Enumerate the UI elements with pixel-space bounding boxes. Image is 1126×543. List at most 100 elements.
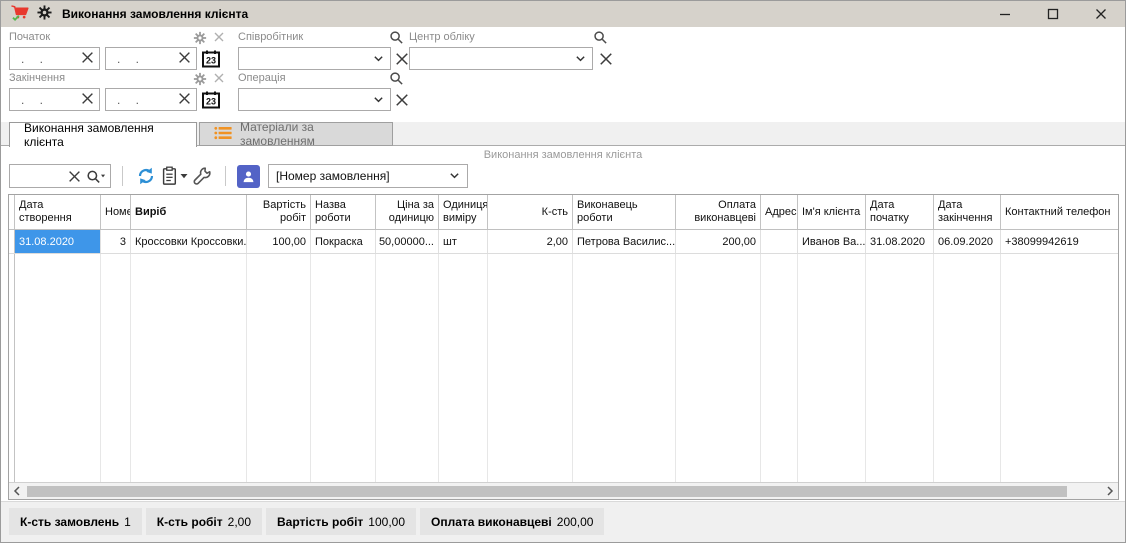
employee-combobox[interactable] bbox=[238, 47, 391, 70]
toolbar-separator bbox=[122, 166, 123, 186]
empty-cell bbox=[247, 254, 311, 482]
close-button[interactable] bbox=[1077, 1, 1125, 27]
empty-cell bbox=[131, 254, 247, 482]
end-date-from-field[interactable]: . . bbox=[9, 88, 100, 111]
start-filter-label: Початок bbox=[9, 31, 50, 43]
chevron-down-icon bbox=[449, 169, 460, 183]
tab-order-fulfillment[interactable]: Виконання замовлення клієнта bbox=[9, 122, 197, 147]
refresh-button[interactable] bbox=[134, 164, 158, 188]
group-by-combobox[interactable]: [Номер замовлення] bbox=[268, 164, 468, 188]
column-header[interactable]: Дата створення bbox=[15, 195, 101, 229]
app-window: Виконання замовлення клієнта Початок Спі… bbox=[0, 0, 1126, 543]
order-fulfillment-panel: Виконання замовлення клієнта bbox=[1, 146, 1125, 501]
tab-strip: Виконання замовлення клієнта Матеріали з… bbox=[1, 122, 1125, 146]
table-cell[interactable]: +38099942619 bbox=[1001, 230, 1119, 253]
column-header[interactable]: Оплата виконавцеві bbox=[676, 195, 761, 229]
maximize-button[interactable] bbox=[1029, 1, 1077, 27]
table-cell[interactable]: Кроссовки Кроссовки... bbox=[131, 230, 247, 253]
column-header[interactable]: Назва роботи bbox=[311, 195, 376, 229]
table-header-row: Дата створенняНомерВирібВартість робітНа… bbox=[9, 195, 1118, 230]
table-cell[interactable] bbox=[761, 230, 798, 253]
column-header[interactable]: Номер bbox=[101, 195, 131, 229]
table-cell[interactable]: Покраска bbox=[311, 230, 376, 253]
accounting-center-clear-icon[interactable] bbox=[598, 51, 614, 67]
table-cell[interactable]: 100,00 bbox=[247, 230, 311, 253]
svg-text:23: 23 bbox=[206, 96, 216, 106]
chevron-down-icon bbox=[575, 52, 586, 66]
end-date-to-field[interactable]: . . bbox=[105, 88, 197, 111]
chevron-down-icon bbox=[373, 52, 384, 66]
column-header[interactable]: Вартість робіт bbox=[247, 195, 311, 229]
clear-icon[interactable] bbox=[81, 92, 94, 108]
search-box[interactable] bbox=[9, 164, 111, 188]
employee-clear-icon[interactable] bbox=[394, 51, 410, 67]
column-header[interactable]: Одиниця виміру bbox=[439, 195, 488, 229]
scrollbar-track[interactable] bbox=[25, 485, 1102, 498]
status-bar: К-сть замовлень1 К-сть робіт2,00 Вартіст… bbox=[1, 501, 1125, 542]
column-header[interactable]: Ім'я клієнта bbox=[798, 195, 866, 229]
table-empty-area bbox=[9, 254, 1118, 482]
settings-wrench-icon[interactable] bbox=[190, 164, 214, 188]
table-cell[interactable]: 31.08.2020 bbox=[866, 230, 934, 253]
column-header[interactable]: Виріб bbox=[131, 195, 247, 229]
gear-icon bbox=[37, 5, 52, 23]
accounting-center-combobox[interactable] bbox=[409, 47, 593, 70]
table-cell[interactable]: Иванов Ва... bbox=[798, 230, 866, 253]
clear-icon[interactable] bbox=[178, 51, 191, 67]
table-cell[interactable]: 200,00 bbox=[676, 230, 761, 253]
panel-caption: Виконання замовлення клієнта bbox=[1, 149, 1125, 161]
search-mode-icon[interactable] bbox=[86, 169, 106, 184]
table-cell[interactable]: 06.09.2020 bbox=[934, 230, 1001, 253]
empty-cell bbox=[676, 254, 761, 482]
search-clear-icon[interactable] bbox=[68, 170, 81, 183]
empty-cell bbox=[866, 254, 934, 482]
orders-table: Дата створенняНомерВирібВартість робітНа… bbox=[8, 194, 1119, 500]
empty-cell bbox=[488, 254, 573, 482]
column-header[interactable]: Адреса bbox=[761, 195, 798, 229]
accounting-center-search-icon[interactable] bbox=[593, 30, 607, 44]
empty-cell bbox=[573, 254, 676, 482]
start-date-from-field[interactable]: . . bbox=[9, 47, 100, 70]
accounting-center-filter-label: Центр обліку bbox=[409, 31, 475, 43]
operation-filter-label: Операція bbox=[238, 72, 286, 84]
scroll-right-icon[interactable] bbox=[1102, 483, 1118, 499]
table-cell[interactable]: 31.08.2020 bbox=[15, 230, 101, 253]
column-header[interactable]: Контактний телефон bbox=[1001, 195, 1119, 229]
end-calendar-icon[interactable]: 23 bbox=[200, 88, 222, 111]
window-title: Виконання замовлення клієнта bbox=[62, 7, 248, 21]
end-settings-gear-icon[interactable] bbox=[193, 72, 207, 86]
tab-order-materials[interactable]: Матеріали за замовленням bbox=[199, 122, 393, 146]
toolbar-separator bbox=[225, 166, 226, 186]
start-clear-icon[interactable] bbox=[213, 31, 227, 45]
table-cell[interactable]: 3 bbox=[101, 230, 131, 253]
minimize-button[interactable] bbox=[981, 1, 1029, 27]
start-settings-gear-icon[interactable] bbox=[193, 31, 207, 45]
client-button[interactable] bbox=[237, 165, 260, 188]
operation-clear-icon[interactable] bbox=[394, 92, 410, 108]
start-date-to-field[interactable]: . . bbox=[105, 47, 197, 70]
horizontal-scrollbar[interactable] bbox=[9, 482, 1118, 499]
column-header[interactable]: Дата початку bbox=[866, 195, 934, 229]
column-header[interactable]: Виконавець роботи bbox=[573, 195, 676, 229]
table-cell[interactable]: Петрова Василис... bbox=[573, 230, 676, 253]
column-header[interactable]: Дата закінчення bbox=[934, 195, 1001, 229]
scroll-left-icon[interactable] bbox=[9, 483, 25, 499]
report-button[interactable] bbox=[158, 164, 190, 188]
clear-icon[interactable] bbox=[178, 92, 191, 108]
table-cell[interactable]: 2,00 bbox=[488, 230, 573, 253]
operation-combobox[interactable] bbox=[238, 88, 391, 111]
table-cell[interactable]: 50,00000... bbox=[376, 230, 439, 253]
clear-icon[interactable] bbox=[81, 51, 94, 67]
column-header[interactable]: Ціна за одиницю bbox=[376, 195, 439, 229]
operation-search-icon[interactable] bbox=[389, 71, 403, 85]
employee-search-icon[interactable] bbox=[389, 30, 403, 44]
scrollbar-thumb[interactable] bbox=[27, 486, 1067, 497]
search-input[interactable] bbox=[14, 169, 54, 183]
end-clear-icon[interactable] bbox=[213, 72, 227, 86]
start-calendar-icon[interactable]: 23 bbox=[200, 47, 222, 70]
column-header[interactable]: К-сть bbox=[488, 195, 573, 229]
table-row[interactable]: 31.08.20203Кроссовки Кроссовки...100,00П… bbox=[9, 230, 1118, 254]
status-performer-payment: Оплата виконавцеві200,00 bbox=[420, 508, 604, 535]
table-cell[interactable]: шт bbox=[439, 230, 488, 253]
empty-cell bbox=[761, 254, 798, 482]
